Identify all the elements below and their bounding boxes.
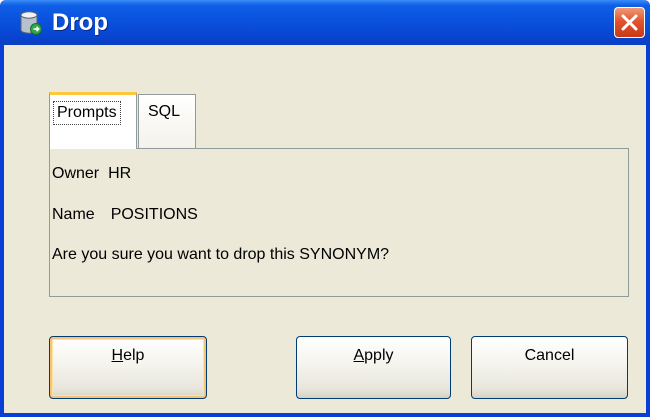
window-title: Drop <box>52 9 108 36</box>
tab-prompts-label: Prompts <box>53 101 121 125</box>
name-value: POSITIONS <box>110 206 198 223</box>
tab-sql-label: SQL <box>148 103 181 120</box>
cancel-button[interactable]: Cancel <box>471 336 628 399</box>
apply-button[interactable]: Apply <box>296 336 451 399</box>
drop-dialog: Drop Prompts SQL Owner HR Name POSITIONS A… <box>0 0 650 417</box>
owner-row: Owner HR <box>52 165 131 183</box>
owner-label: Owner <box>52 165 100 182</box>
database-icon <box>20 11 42 35</box>
help-button[interactable]: Help <box>49 336 207 399</box>
tab-prompts[interactable]: Prompts <box>49 92 137 149</box>
help-mnemonic: H <box>111 347 124 364</box>
tab-sql[interactable]: SQL <box>138 94 196 148</box>
prompts-panel: Owner HR Name POSITIONS Are you sure you w… <box>49 148 629 297</box>
name-row: Name POSITIONS <box>52 206 198 224</box>
close-icon <box>621 14 638 31</box>
close-button[interactable] <box>614 7 645 38</box>
apply-mnemonic: A <box>353 347 365 364</box>
owner-value: HR <box>108 165 132 182</box>
title-bar[interactable]: Drop <box>0 0 650 45</box>
name-label: Name <box>52 206 95 223</box>
confirmation-question: Are you sure you want to drop this SYNON… <box>52 246 390 263</box>
apply-label-rest: pply <box>364 347 394 364</box>
help-label-rest: elp <box>123 347 145 364</box>
